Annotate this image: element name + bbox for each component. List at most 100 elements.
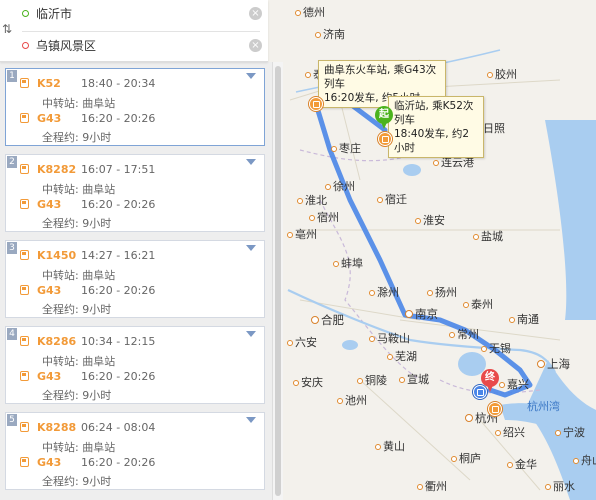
city-label: 徐州 [325, 178, 355, 194]
city-label: 德州 [295, 4, 325, 20]
city-label: 嘉兴 [499, 376, 529, 392]
train-time: 16:20 - 20:26 [81, 284, 156, 297]
route-card[interactable]: 5 K8288 06:24 - 08:04 中转站: 曲阜站 G43 16:20 -… [5, 412, 265, 490]
transfer-station: 中转站: 曲阜站 [42, 441, 116, 454]
city-label: 马鞍山 [369, 330, 410, 346]
city-label: 济南 [315, 26, 345, 42]
city-label: 黄山 [375, 438, 405, 454]
train-code[interactable]: G43 [37, 456, 81, 469]
train-time: 10:34 - 12:15 [81, 335, 156, 348]
city-label: 芜湖 [387, 348, 417, 364]
city-label: 淮北 [297, 192, 327, 208]
train-code[interactable]: G43 [37, 284, 81, 297]
train-code[interactable]: G43 [37, 112, 81, 125]
route-card[interactable]: 1 K52 18:40 - 20:34 中转站: 曲阜站 G43 16:20 - 2… [5, 68, 265, 146]
city-label: 淮安 [415, 212, 445, 228]
sea-label: 杭州湾 [527, 400, 560, 413]
city-label: 扬州 [427, 284, 457, 300]
city-label: 安庆 [293, 374, 323, 390]
sea-area [545, 120, 596, 320]
train-time: 16:07 - 17:51 [81, 163, 156, 176]
city-label: 枣庄 [331, 140, 361, 156]
city-label: 丽水 [545, 478, 575, 494]
callout-linyi: 临沂站, 乘K52次列车 18:40发车, 约2小时 [388, 96, 484, 158]
station-qufu-icon[interactable] [309, 97, 323, 111]
city-label: 绍兴 [495, 424, 525, 440]
route-card[interactable]: 3 K1450 14:27 - 16:21 中转站: 曲阜站 G43 16:20 -… [5, 240, 265, 318]
clear-origin-icon[interactable]: × [249, 6, 262, 20]
train-time: 06:24 - 08:04 [81, 421, 156, 434]
transfer-station: 中转站: 曲阜站 [42, 183, 116, 196]
train-icon [20, 336, 29, 346]
scrollbar[interactable] [272, 62, 283, 500]
train-code[interactable]: G43 [37, 198, 81, 211]
city-label: 常州 [449, 326, 479, 342]
total-duration: 全程约: 9小时 [42, 217, 112, 230]
train-code[interactable]: G43 [37, 370, 81, 383]
train-icon [20, 457, 29, 467]
swap-icon[interactable]: ⇅ [2, 22, 12, 36]
train-icon [20, 78, 29, 88]
expand-arrow-icon[interactable] [246, 331, 256, 337]
city-label: 合肥 [311, 312, 344, 328]
train-time: 16:20 - 20:26 [81, 112, 156, 125]
city-label: 盐城 [473, 228, 503, 244]
destination-text[interactable]: 乌镇风景区 [36, 37, 249, 54]
origin-field[interactable]: 临沂市 × [22, 0, 262, 26]
expand-arrow-icon[interactable] [246, 159, 256, 165]
total-duration: 全程约: 9小时 [42, 303, 112, 316]
city-label: 宿州 [309, 209, 339, 225]
route-number: 1 [7, 70, 17, 82]
station-linyi-icon[interactable] [378, 132, 392, 146]
city-label: 六安 [287, 334, 317, 350]
train-icon [20, 113, 29, 123]
city-label: 宿迁 [377, 191, 407, 207]
city-label: 滁州 [369, 284, 399, 300]
train-code[interactable]: K8288 [37, 421, 81, 434]
leg2-line: G43 16:20 - 20:26 [20, 284, 155, 297]
city-label: 南通 [509, 311, 539, 327]
destination-dot-icon [22, 41, 29, 49]
city-label: 上海 [537, 356, 570, 372]
train-code[interactable]: K52 [37, 77, 81, 90]
city-label: 蚌埠 [333, 255, 363, 271]
city-label: 铜陵 [357, 372, 387, 388]
origin-dot-icon [22, 9, 29, 17]
train-time: 14:27 - 16:21 [81, 249, 156, 262]
expand-arrow-icon[interactable] [246, 245, 256, 251]
train-code[interactable]: K8286 [37, 335, 81, 348]
route-card[interactable]: 4 K8286 10:34 - 12:15 中转站: 曲阜站 G43 16:20 -… [5, 326, 265, 404]
leg2-line: G43 16:20 - 20:26 [20, 370, 155, 383]
clear-destination-icon[interactable]: × [249, 38, 262, 52]
route-number: 5 [7, 414, 17, 426]
train-icon [20, 285, 29, 295]
train-code[interactable]: K8282 [37, 163, 81, 176]
destination-field[interactable]: 乌镇风景区 × [22, 32, 262, 58]
train-code[interactable]: K1450 [37, 249, 81, 262]
city-label: 宁波 [555, 424, 585, 440]
train-icon [20, 199, 29, 209]
bus-stop-icon[interactable] [473, 385, 487, 399]
train-icon [20, 250, 29, 260]
station-hangzhou-icon[interactable] [488, 402, 502, 416]
leg2-line: G43 16:20 - 20:26 [20, 198, 155, 211]
leg2-line: G43 16:20 - 20:26 [20, 456, 155, 469]
yangtze-river [287, 289, 556, 373]
total-duration: 全程约: 9小时 [42, 131, 112, 144]
start-pin-icon[interactable]: 起 [374, 106, 394, 132]
city-label: 桐庐 [451, 450, 481, 466]
leg1-line: K8282 16:07 - 17:51 [20, 163, 155, 176]
route-card[interactable]: 2 K8282 16:07 - 17:51 中转站: 曲阜站 G43 16:20 -… [5, 154, 265, 232]
city-label: 舟山 [573, 452, 596, 468]
expand-arrow-icon[interactable] [246, 73, 256, 79]
leg1-line: K8288 06:24 - 08:04 [20, 421, 155, 434]
origin-text[interactable]: 临沂市 [36, 5, 249, 22]
city-label: 南京 [405, 306, 438, 322]
leg1-line: K8286 10:34 - 12:15 [20, 335, 155, 348]
city-label: 泰州 [463, 296, 493, 312]
expand-arrow-icon[interactable] [246, 417, 256, 423]
train-time: 16:20 - 20:26 [81, 198, 156, 211]
city-label: 衢州 [417, 478, 447, 494]
hongze-lake [403, 164, 421, 176]
leg1-line: K52 18:40 - 20:34 [20, 77, 155, 90]
